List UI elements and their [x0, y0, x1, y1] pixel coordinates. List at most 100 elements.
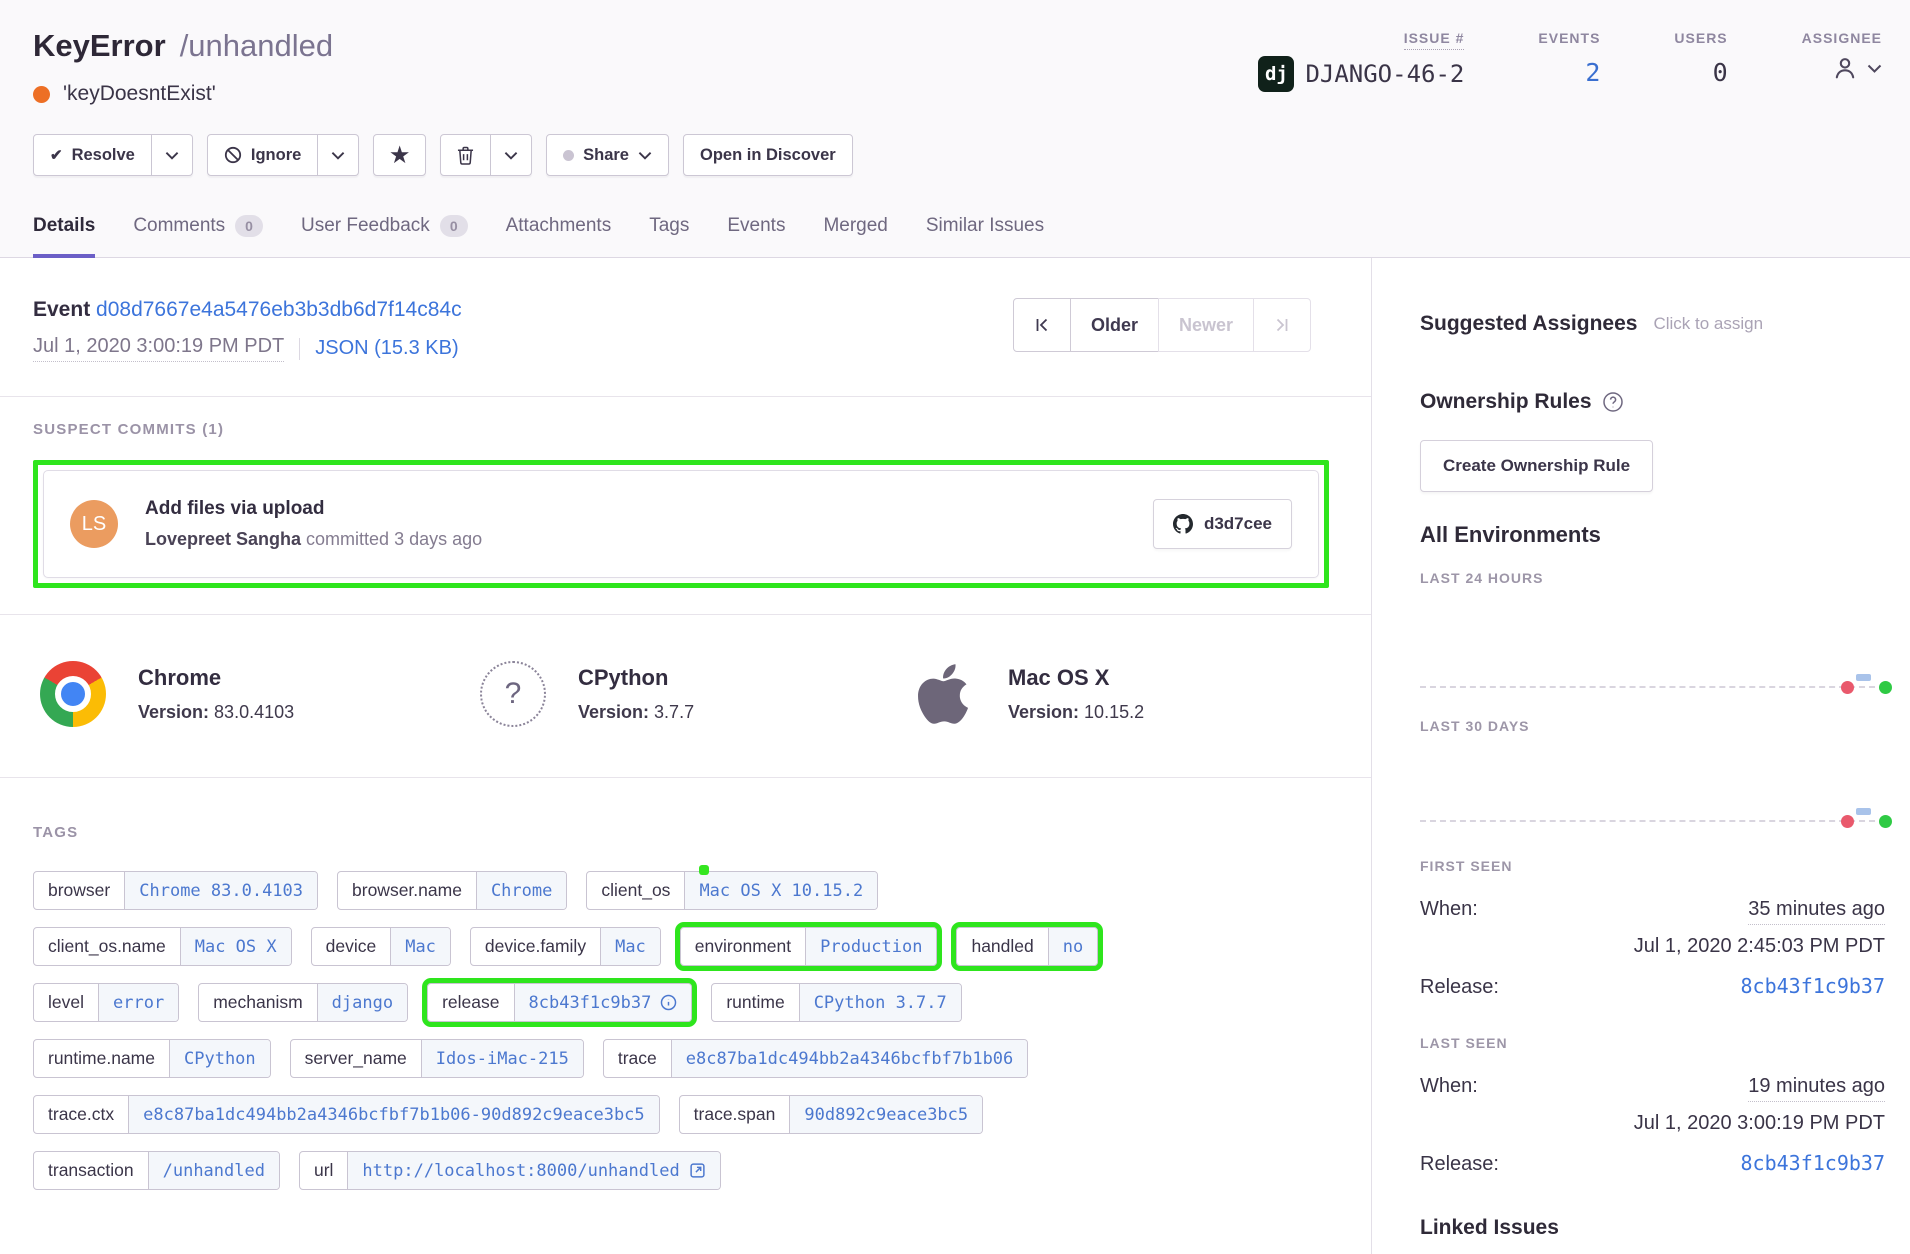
resolve-button[interactable]: ✔ Resolve — [33, 134, 152, 176]
chevron-down-icon — [331, 151, 345, 160]
tag-browser-name: browser.name Chrome — [337, 871, 567, 910]
tag-transaction: transaction /unhandled — [33, 1151, 280, 1190]
delete-button[interactable] — [440, 134, 491, 176]
issue-title-block: KeyError /unhandled 'keyDoesntExist' — [33, 28, 333, 106]
error-level-dot — [33, 86, 50, 103]
tag-row: runtime.name CPython server_name Idos-iM… — [33, 1039, 1329, 1078]
project-issue-link[interactable]: dj DJANGO-46-2 — [1258, 56, 1464, 92]
commit-sha-button[interactable]: d3d7cee — [1153, 499, 1292, 549]
commit-time: committed 3 days ago — [301, 529, 482, 549]
tab-merged[interactable]: Merged — [823, 215, 887, 257]
oldest-event-button[interactable] — [1013, 298, 1071, 352]
assignee-dropdown[interactable] — [1831, 54, 1882, 82]
share-button[interactable]: Share — [546, 134, 669, 176]
issue-number-label: ISSUE # — [1404, 30, 1465, 50]
resolve-dropdown-button[interactable] — [152, 134, 193, 176]
django-project-icon: dj — [1258, 56, 1294, 92]
issue-culprit: /unhandled — [180, 28, 333, 64]
release-label: Release: — [1420, 976, 1499, 999]
when-label: When: — [1420, 898, 1478, 921]
tag-trace-ctx: trace.ctx e8c87ba1dc494bb2a4346bcfbf7b1b… — [33, 1095, 660, 1134]
tag-server-name: server_name Idos-iMac-215 — [290, 1039, 584, 1078]
event-id-link[interactable]: d08d7667e4a5476eb3b3db6d7f14c84c — [96, 298, 462, 321]
help-circle-icon[interactable] — [1602, 391, 1624, 413]
tab-attachments[interactable]: Attachments — [506, 215, 612, 257]
last-seen-relative: 19 minutes ago — [1748, 1075, 1885, 1102]
apple-icon — [910, 661, 976, 727]
tag-runtime-name: runtime.name CPython — [33, 1039, 271, 1078]
sparkline-bar-marker — [1856, 808, 1871, 815]
feedback-count-badge: 0 — [440, 215, 468, 237]
event-json-link[interactable]: JSON (15.3 KB) — [315, 337, 458, 360]
event-label: Event — [33, 298, 90, 321]
tag-handled: handled no — [956, 927, 1098, 966]
sparkline-error-marker — [1841, 681, 1854, 694]
when-label: When: — [1420, 1075, 1478, 1098]
events-count: 2 — [1585, 58, 1600, 87]
first-seen-release-link[interactable]: 8cb43f1c9b37 — [1741, 974, 1886, 998]
suspect-commit-card: LS Add files via upload Lovepreet Sangha… — [43, 470, 1319, 578]
committer-avatar: LS — [70, 500, 118, 548]
last-seen-release-link[interactable]: 8cb43f1c9b37 — [1741, 1151, 1886, 1175]
tab-similar-issues[interactable]: Similar Issues — [926, 215, 1044, 257]
stat-issue-number: ISSUE # dj DJANGO-46-2 — [1258, 30, 1464, 106]
sparkline-marker — [1879, 815, 1892, 828]
last-seen-date: Jul 1, 2020 3:00:19 PM PDT — [1420, 1112, 1885, 1135]
os-version: 10.15.2 — [1084, 702, 1144, 722]
ownership-rules-heading: Ownership Rules — [1420, 390, 1885, 414]
tag-row: client_os.name Mac OS X device Mac devic… — [33, 927, 1329, 966]
sparkline-error-marker — [1841, 815, 1854, 828]
chevron-down-icon — [504, 151, 518, 160]
tab-tags[interactable]: Tags — [649, 215, 689, 257]
tags-section: TAGS browser Chrome 83.0.4103 browser.na… — [0, 778, 1371, 1190]
context-browser: Chrome Version: 83.0.4103 — [40, 661, 480, 727]
all-environments-heading: All Environments — [1420, 522, 1885, 548]
linked-issues-heading: Linked Issues — [1420, 1216, 1885, 1240]
bookmark-star-button[interactable]: ★ — [373, 134, 426, 176]
release-label: Release: — [1420, 1153, 1499, 1176]
last-24-hours-label: LAST 24 HOURS — [1420, 570, 1885, 586]
skip-to-last-icon — [1274, 317, 1290, 333]
issue-stats: ISSUE # dj DJANGO-46-2 EVENTS 2 USERS 0 … — [1258, 30, 1884, 106]
tab-comments[interactable]: Comments 0 — [133, 215, 263, 257]
stat-events: EVENTS 2 — [1538, 30, 1600, 106]
ignore-button[interactable]: Ignore — [207, 134, 318, 176]
ignore-dropdown-button[interactable] — [318, 134, 359, 176]
tab-events[interactable]: Events — [727, 215, 785, 257]
tags-heading: TAGS — [33, 824, 1329, 841]
chevron-down-icon — [1867, 64, 1882, 73]
separator — [299, 338, 300, 360]
create-ownership-rule-button[interactable]: Create Ownership Rule — [1420, 440, 1653, 492]
context-name: Mac OS X — [1008, 665, 1144, 691]
ban-icon — [224, 146, 242, 164]
issue-tabs: Details Comments 0 User Feedback 0 Attac… — [33, 215, 1044, 257]
suggested-assignees-heading: Suggested Assignees Click to assign — [1420, 312, 1885, 336]
check-icon: ✔ — [50, 146, 63, 164]
share-status-dot — [563, 150, 574, 161]
tag-runtime: runtime CPython 3.7.7 — [711, 983, 961, 1022]
tag-trace-span: trace.span 90d892c9eace3bc5 — [679, 1095, 983, 1134]
context-runtime: ? CPython Version: 3.7.7 — [480, 661, 910, 727]
runtime-version: 3.7.7 — [654, 702, 694, 722]
delete-dropdown-button[interactable] — [491, 134, 532, 176]
tag-client-os-name: client_os.name Mac OS X — [33, 927, 292, 966]
person-icon — [1831, 54, 1859, 82]
tab-user-feedback[interactable]: User Feedback 0 — [301, 215, 468, 257]
open-in-discover-button[interactable]: Open in Discover — [683, 134, 853, 176]
tab-details[interactable]: Details — [33, 215, 95, 257]
tag-row: trace.ctx e8c87ba1dc494bb2a4346bcfbf7b1b… — [33, 1095, 1329, 1134]
issue-toolbar: ✔ Resolve Ignore — [33, 134, 1884, 176]
info-icon — [660, 994, 677, 1011]
github-icon — [1173, 514, 1193, 534]
chevron-down-icon — [638, 151, 652, 160]
issue-header: KeyError /unhandled 'keyDoesntExist' ISS… — [0, 0, 1910, 258]
older-event-button[interactable]: Older — [1070, 298, 1159, 352]
assignee-label: ASSIGNEE — [1802, 30, 1882, 46]
issue-message: 'keyDoesntExist' — [63, 82, 216, 106]
tag-url: url http://localhost:8000/unhandled — [299, 1151, 721, 1190]
users-count: 0 — [1713, 58, 1728, 87]
first-seen-relative: 35 minutes ago — [1748, 898, 1885, 925]
context-name: Chrome — [138, 665, 294, 691]
tag-client-os: client_os Mac OS X 10.15.2 — [586, 871, 878, 910]
events-label: EVENTS — [1538, 30, 1600, 46]
